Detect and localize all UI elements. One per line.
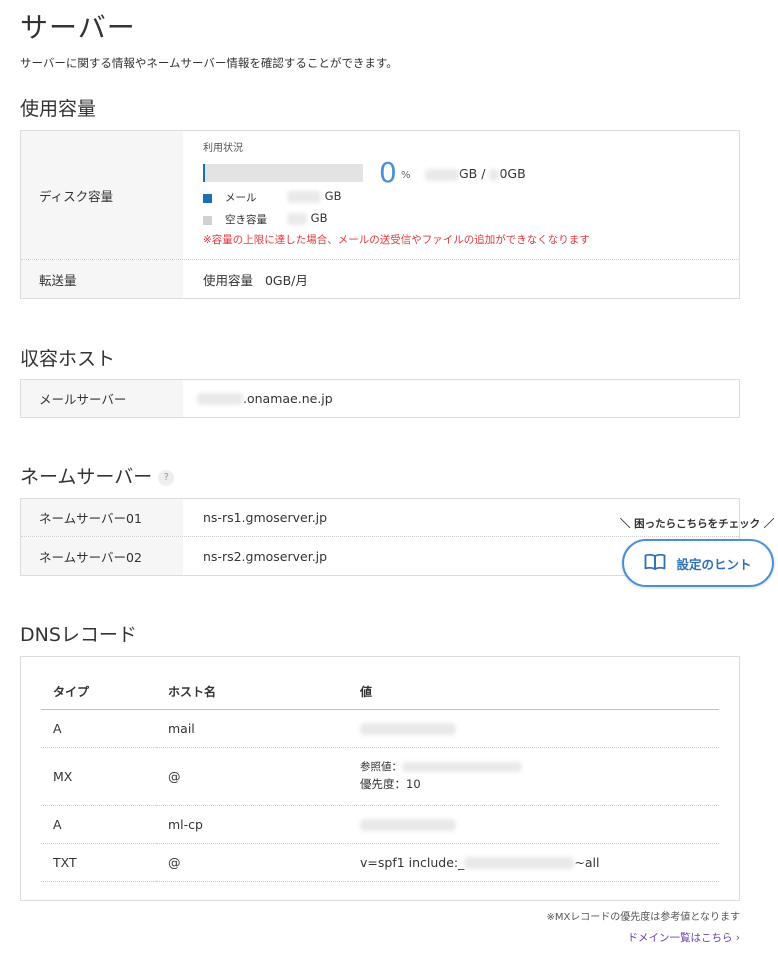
usage-total: GB / 0GB <box>425 166 526 181</box>
redacted-host <box>197 392 243 405</box>
transfer-label: 転送量 <box>21 260 183 298</box>
redacted-ip <box>360 723 456 735</box>
usage-caption: 利用状況 <box>203 143 243 154</box>
usage-percent: 0 <box>379 156 397 189</box>
host-box: メールサーバー .onamae.ne.jp <box>20 379 740 418</box>
transfer-value: 使用容量 0GB/月 <box>203 272 308 288</box>
table-row: A mail <box>41 709 719 748</box>
record-value <box>348 709 719 748</box>
usage-section-title: 使用容量 <box>20 98 97 120</box>
column-header-value: 値 <box>348 675 719 710</box>
table-row: MX @ 参照値： 優先度：10 <box>41 747 719 806</box>
usage-bar-fill <box>203 164 205 182</box>
record-type: A <box>41 709 156 748</box>
page-title: サーバー <box>20 11 136 44</box>
redacted-used <box>425 168 459 181</box>
disk-usage: 利用状況 0 % GB / 0GB メール GB 空き容量 GB ※容量の上限に… <box>183 131 739 259</box>
dns-header-row: タイプ ホスト名 値 <box>41 675 719 710</box>
legend-free-swatch <box>203 216 212 225</box>
book-icon <box>644 553 666 574</box>
record-host: ml-cp <box>156 805 348 844</box>
table-row: A ml-cp <box>41 805 719 844</box>
record-host: @ <box>156 843 348 882</box>
disk-row: ディスク容量 利用状況 0 % GB / 0GB メール GB 空き容量 GB … <box>21 131 739 260</box>
transfer-row: 転送量 使用容量 0GB/月 <box>21 260 739 298</box>
legend-mail: メール GB <box>203 188 739 210</box>
column-header-type: タイプ <box>41 675 156 710</box>
redacted-spf <box>464 857 575 869</box>
legend-mail-swatch <box>203 194 212 203</box>
mail-server-label: メールサーバー <box>21 380 183 417</box>
domain-list-link[interactable]: ドメイン一覧はこちら › <box>627 930 740 945</box>
record-type: MX <box>41 747 156 806</box>
capacity-warning: ※容量の上限に達した場合、メールの送受信やファイルの追加ができなくなります <box>203 234 590 246</box>
usage-bar <box>203 164 363 182</box>
ns-label: ネームサーバー01 <box>21 499 183 536</box>
redacted-total <box>489 168 500 181</box>
record-value: 参照値： 優先度：10 <box>348 747 719 806</box>
hint-caption: ＼ 困ったらこちらをチェック ／ <box>620 518 775 530</box>
usage-box: ディスク容量 利用状況 0 % GB / 0GB メール GB 空き容量 GB … <box>20 130 740 299</box>
table-row: TXT @ v=spf1 include:_ ~all <box>41 843 719 882</box>
record-host: mail <box>156 709 348 748</box>
redacted-ip <box>360 819 456 831</box>
ns-label: ネームサーバー02 <box>21 537 183 575</box>
ns-section-title: ネームサーバー? <box>20 462 175 489</box>
dns-section-title: DNSレコード <box>20 624 137 646</box>
record-type: TXT <box>41 843 156 882</box>
mail-server-row: メールサーバー .onamae.ne.jp <box>21 380 739 417</box>
settings-hint-button[interactable]: 設定のヒント <box>622 539 774 587</box>
hint-button-label: 設定のヒント <box>676 556 752 572</box>
page-description: サーバーに関する情報やネームサーバー情報を確認することができます。 <box>20 56 398 70</box>
mail-server-value: .onamae.ne.jp <box>183 380 739 417</box>
host-section-title: 収容ホスト <box>20 348 116 370</box>
mx-footnote: ※MXレコードの優先度は参考値となります <box>546 912 740 923</box>
redacted-mx <box>402 762 522 772</box>
usage-line: 0 % GB / 0GB <box>203 156 739 189</box>
usage-percent-unit: % <box>401 170 411 181</box>
record-value <box>348 805 719 844</box>
dns-box: タイプ ホスト名 値 A mail MX @ 参照値： 優先度：10 A ml-… <box>20 656 740 901</box>
column-header-host: ホスト名 <box>156 675 348 710</box>
record-host: @ <box>156 747 348 806</box>
help-icon[interactable]: ? <box>158 469 175 486</box>
disk-label: ディスク容量 <box>21 131 183 259</box>
record-value: v=spf1 include:_ ~all <box>348 843 719 882</box>
dns-table: タイプ ホスト名 値 A mail MX @ 参照値： 優先度：10 A ml-… <box>41 675 719 882</box>
legend-free: 空き容量 GB <box>203 210 739 232</box>
record-type: A <box>41 805 156 844</box>
